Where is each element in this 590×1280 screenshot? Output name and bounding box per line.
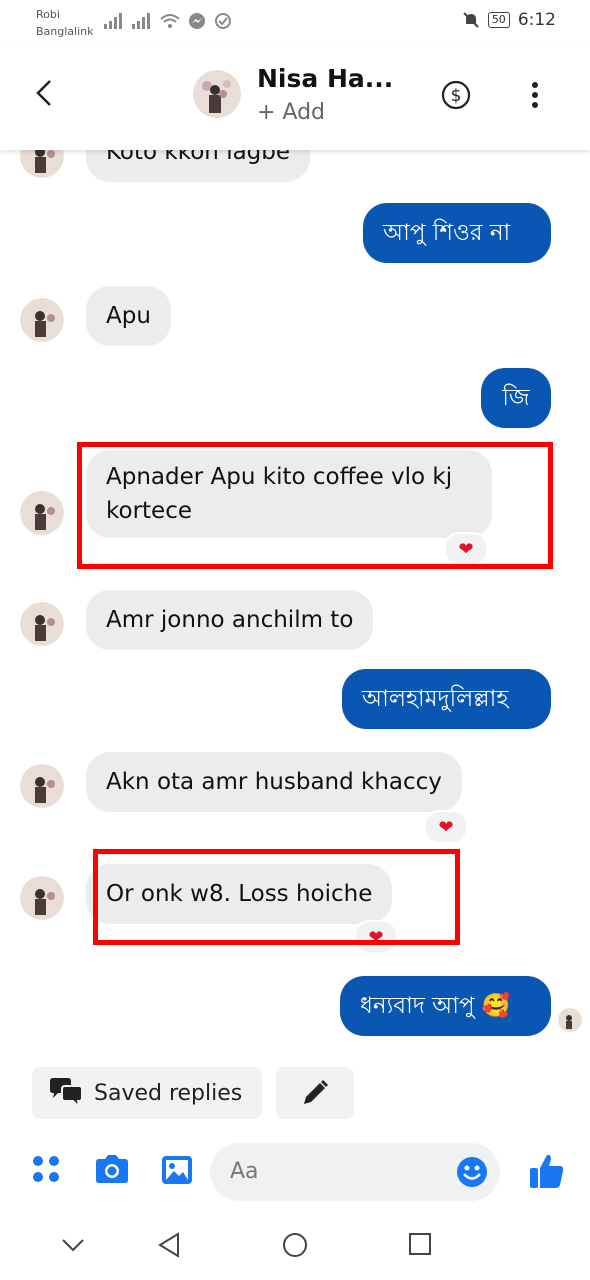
- dollar-icon[interactable]: $: [441, 80, 471, 110]
- message-text: Akn ota amr husband khaccy: [106, 769, 442, 795]
- battery-indicator: 50: [487, 12, 510, 28]
- back-arrow-icon[interactable]: [32, 78, 56, 108]
- svg-text:$: $: [451, 86, 462, 106]
- gallery-icon[interactable]: [160, 1154, 194, 1186]
- chat-bubbles-icon: [50, 1078, 83, 1109]
- nav-back-icon[interactable]: [157, 1232, 181, 1258]
- outgoing-message-bubble[interactable]: আলহামদুলিল্লাহ: [342, 669, 551, 729]
- message-text: আপু শিওর না: [383, 220, 511, 246]
- thumbs-up-icon[interactable]: [528, 1152, 566, 1190]
- incoming-message-bubble[interactable]: Koto kkon lagbe: [86, 150, 311, 182]
- message-text: ধন্যবাদ আপু 🥰: [360, 993, 511, 1019]
- bell-muted-icon: [463, 12, 479, 28]
- status-icons-left: [104, 12, 232, 30]
- avatar[interactable]: [20, 876, 64, 920]
- carrier-line1: Robi: [36, 8, 60, 21]
- highlight-box: [77, 442, 553, 569]
- message-text: আলহামদুলিল্লাহ: [362, 686, 509, 712]
- emoji-icon[interactable]: [456, 1156, 488, 1188]
- avatar[interactable]: [193, 70, 241, 118]
- message-list[interactable]: Koto kkon lagbe আপু শিওর না Apu জি Apnad…: [0, 150, 590, 1045]
- menu-dots-icon[interactable]: [31, 1154, 61, 1184]
- message-text: Amr jonno anchilm to: [106, 607, 354, 633]
- message-text: Apu: [106, 303, 151, 329]
- avatar[interactable]: [20, 491, 64, 535]
- composer-bar: Aa: [0, 1140, 590, 1210]
- avatar[interactable]: [20, 150, 64, 178]
- chevron-down-icon[interactable]: [61, 1238, 85, 1252]
- nav-recents-icon[interactable]: [408, 1232, 432, 1256]
- contact-name[interactable]: Nisa Ha...: [257, 64, 393, 93]
- avatar[interactable]: [20, 764, 64, 808]
- incoming-message-bubble[interactable]: Akn ota amr husband khaccy: [86, 752, 462, 812]
- messenger-icon: [189, 13, 205, 29]
- clock: 6:12: [517, 10, 556, 30]
- status-icons-right: 50 6:12: [462, 10, 556, 30]
- system-nav-bar: [0, 1210, 590, 1280]
- incoming-message-bubble[interactable]: Amr jonno anchilm to: [86, 590, 374, 650]
- avatar[interactable]: [20, 602, 64, 646]
- status-bar: Robi Banglalink 50 6:12: [0, 0, 590, 48]
- camera-icon[interactable]: [94, 1154, 130, 1184]
- quick-actions-bar: Saved replies: [0, 1062, 590, 1122]
- wifi-icon: [160, 14, 180, 28]
- saved-replies-button[interactable]: Saved replies: [32, 1067, 262, 1119]
- seen-avatar: [558, 1008, 582, 1032]
- add-label[interactable]: + Add: [257, 100, 325, 125]
- message-text: Koto kkon lagbe: [106, 150, 291, 165]
- carrier-label: Robi Banglalink: [36, 6, 94, 40]
- edit-button[interactable]: [276, 1067, 354, 1119]
- message-text: জি: [502, 385, 530, 411]
- incoming-message-bubble[interactable]: Apu: [86, 286, 171, 346]
- more-vertical-icon[interactable]: [530, 82, 540, 108]
- chat-header: Nisa Ha... + Add $: [0, 48, 590, 150]
- saved-replies-label: Saved replies: [94, 1080, 243, 1106]
- outgoing-message-bubble[interactable]: আপু শিওর না: [363, 203, 551, 263]
- reaction-heart-icon: ❤: [438, 816, 454, 838]
- carrier-line2: Banglalink: [36, 25, 94, 38]
- highlight-box: [93, 849, 460, 945]
- outgoing-message-bubble[interactable]: জি: [481, 368, 551, 428]
- data-saver-icon: [215, 13, 231, 29]
- outgoing-message-bubble[interactable]: ধন্যবাদ আপু 🥰: [340, 976, 551, 1036]
- nav-home-icon[interactable]: [282, 1232, 308, 1258]
- signal-icon: [132, 13, 150, 29]
- heart-reaction[interactable]: ❤: [424, 810, 468, 844]
- avatar[interactable]: [20, 298, 64, 342]
- pencil-icon: [304, 1080, 328, 1104]
- signal-icon: [104, 13, 122, 29]
